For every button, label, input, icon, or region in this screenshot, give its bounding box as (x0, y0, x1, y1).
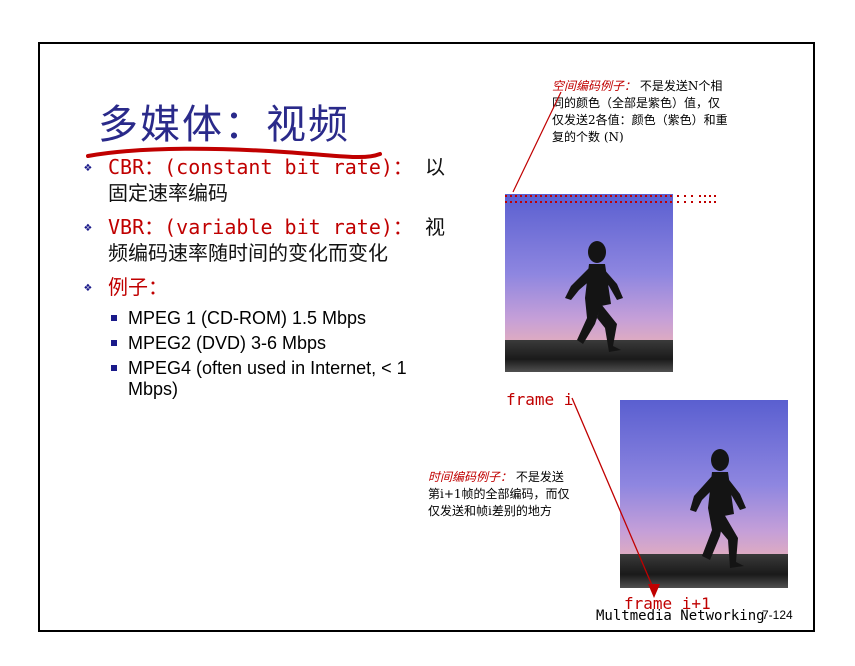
example-text: MPEG 1 (CD-ROM) 1.5 Mbps (128, 308, 367, 328)
diamond-bullet-icon: ❖ (84, 160, 92, 175)
spatial-note-line: 仅发送2各值：颜色（紫色）和重 (552, 113, 728, 127)
square-bullet-icon (111, 315, 117, 321)
diamond-bullet-icon: ❖ (84, 220, 92, 235)
bullet-label: CBR：(constant bit rate)： (108, 155, 413, 179)
spatial-note-line: 不是发送N个相 (639, 79, 723, 93)
temporal-note-label: 时间编码例子： (428, 470, 513, 484)
frame-i-image (505, 194, 673, 372)
bullet-cbr: ❖ CBR：(constant bit rate)： 以固定速率编码 (82, 154, 452, 206)
bullet-list: ❖ CBR：(constant bit rate)： 以固定速率编码 ❖ VBR… (82, 154, 452, 404)
temporal-note-line: 仅发送和帧i差别的地方 (428, 504, 552, 518)
example-item: MPEG 1 (CD-ROM) 1.5 Mbps (82, 308, 452, 329)
example-text: MPEG4 (often used in Internet, < 1 Mbps) (128, 358, 407, 399)
temporal-note-line: 第i+1帧的全部编码，而仅 (428, 487, 570, 501)
bullet-vbr: ❖ VBR：(variable bit rate)： 视频编码速率随时间的变化而… (82, 214, 452, 266)
slide: 多媒体：视频 ❖ CBR：(constant bit rate)： 以固定速率编… (38, 42, 815, 632)
spatial-note: 空间编码例子： 不是发送N个相 同的颜色（全部是紫色）值，仅 仅发送2各值：颜色… (552, 78, 792, 146)
square-bullet-icon (111, 365, 117, 371)
spatial-note-line: 同的颜色（全部是紫色）值，仅 (552, 96, 721, 110)
example-text: MPEG2 (DVD) 3-6 Mbps (128, 333, 327, 353)
bullet-examples: ❖ 例子： (82, 274, 452, 300)
temporal-note-line: 不是发送 (515, 470, 564, 484)
footer-title: Multmedia Networking (596, 608, 765, 624)
diamond-bullet-icon: ❖ (84, 280, 92, 295)
bullet-label: VBR：(variable bit rate)： (108, 215, 413, 239)
square-bullet-icon (111, 340, 117, 346)
bullet-label: 例子： (108, 275, 168, 299)
spatial-pointer-line-icon (512, 91, 562, 193)
page-number: 7-124 (762, 608, 793, 622)
runner-silhouette-icon (565, 241, 623, 352)
example-item: MPEG2 (DVD) 3-6 Mbps (82, 333, 452, 354)
temporal-arrow-icon (571, 397, 660, 598)
example-item: MPEG4 (often used in Internet, < 1 Mbps) (82, 358, 452, 400)
